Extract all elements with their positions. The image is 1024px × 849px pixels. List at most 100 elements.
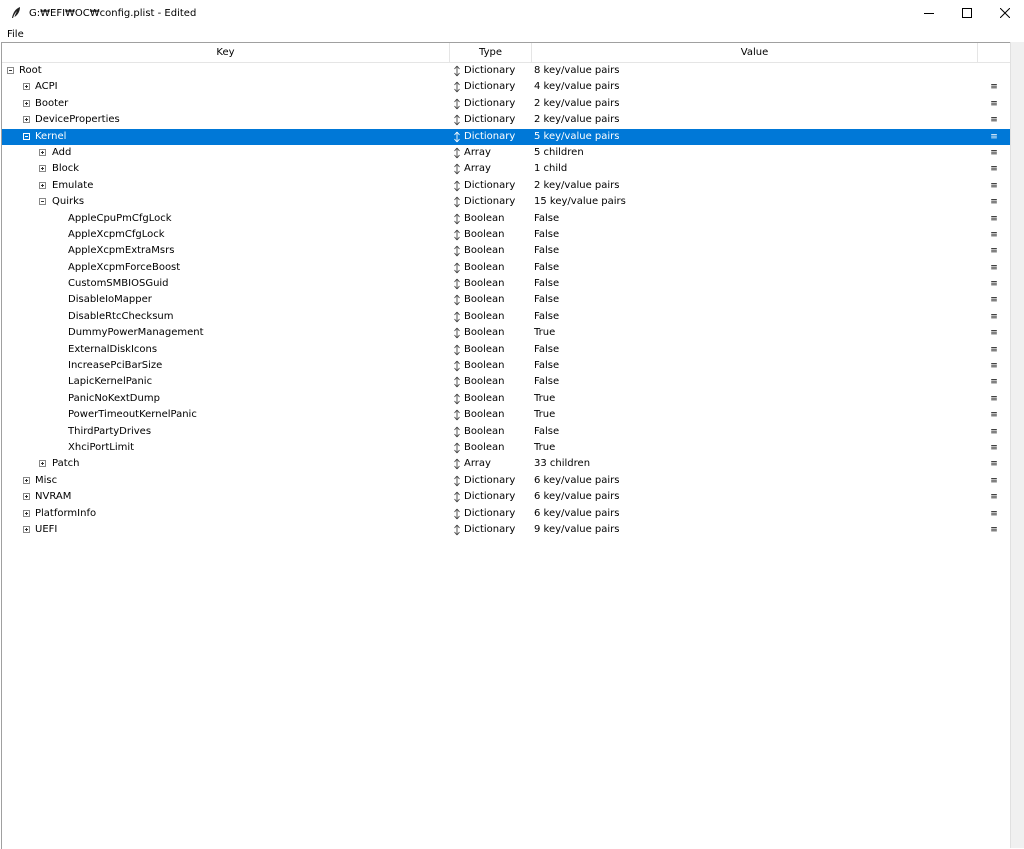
row-menu-icon[interactable]: ≡ (986, 424, 1002, 440)
row-menu-icon[interactable]: ≡ (986, 342, 1002, 358)
value-cell[interactable]: 6 key/value pairs (534, 473, 974, 489)
up-down-arrows-icon[interactable] (453, 229, 461, 241)
type-cell[interactable]: Dictionary (450, 194, 532, 210)
menu-file[interactable]: File (0, 29, 24, 40)
type-cell[interactable]: Boolean (450, 292, 532, 308)
row-menu-icon[interactable]: ≡ (986, 276, 1002, 292)
key-cell[interactable]: DisableIoMapper (2, 292, 448, 308)
tree-row[interactable]: LapicKernelPanic Boolean False ≡ (2, 374, 1011, 390)
row-menu-icon[interactable]: ≡ (986, 243, 1002, 259)
up-down-arrows-icon[interactable] (453, 311, 461, 323)
row-menu-icon[interactable]: ≡ (986, 391, 1002, 407)
up-down-arrows-icon[interactable] (453, 98, 461, 110)
key-cell[interactable]: ExternalDiskIcons (2, 342, 448, 358)
up-down-arrows-icon[interactable] (453, 360, 461, 372)
row-menu-icon[interactable]: ≡ (986, 260, 1002, 276)
key-cell[interactable]: DisableRtcChecksum (2, 309, 448, 325)
type-cell[interactable]: Dictionary (450, 112, 532, 128)
key-cell[interactable]: LapicKernelPanic (2, 374, 448, 390)
up-down-arrows-icon[interactable] (453, 508, 461, 520)
value-cell[interactable]: False (534, 342, 974, 358)
key-cell[interactable]: Quirks (2, 194, 448, 210)
value-cell[interactable]: False (534, 358, 974, 374)
type-cell[interactable]: Dictionary (450, 129, 532, 145)
row-menu-icon[interactable]: ≡ (986, 79, 1002, 95)
value-cell[interactable]: 2 key/value pairs (534, 112, 974, 128)
key-cell[interactable]: XhciPortLimit (2, 440, 448, 456)
expand-icon[interactable] (23, 509, 30, 517)
type-cell[interactable]: Boolean (450, 227, 532, 243)
up-down-arrows-icon[interactable] (453, 442, 461, 454)
close-button[interactable] (986, 0, 1024, 26)
tree-row[interactable]: ExternalDiskIcons Boolean False ≡ (2, 342, 1011, 358)
tree-row[interactable]: AppleXcpmExtraMsrs Boolean False ≡ (2, 243, 1011, 259)
key-cell[interactable]: PanicNoKextDump (2, 391, 448, 407)
up-down-arrows-icon[interactable] (453, 376, 461, 388)
type-cell[interactable]: Boolean (450, 407, 532, 423)
tree-row[interactable]: IncreasePciBarSize Boolean False ≡ (2, 358, 1011, 374)
tree-row[interactable]: ThirdPartyDrives Boolean False ≡ (2, 424, 1011, 440)
value-cell[interactable]: 5 key/value pairs (534, 129, 974, 145)
type-cell[interactable]: Boolean (450, 211, 532, 227)
row-menu-icon[interactable]: ≡ (986, 489, 1002, 505)
type-cell[interactable]: Array (450, 456, 532, 472)
key-cell[interactable]: AppleXcpmCfgLock (2, 227, 448, 243)
collapse-icon[interactable] (39, 198, 46, 206)
value-cell[interactable]: False (534, 227, 974, 243)
value-cell[interactable]: 4 key/value pairs (534, 79, 974, 95)
value-cell[interactable]: True (534, 440, 974, 456)
key-cell[interactable]: Add (2, 145, 448, 161)
value-cell[interactable]: 15 key/value pairs (534, 194, 974, 210)
tree-row[interactable]: AppleCpuPmCfgLock Boolean False ≡ (2, 211, 1011, 227)
tree-row[interactable]: DeviceProperties Dictionary 2 key/value pa… (2, 112, 1011, 128)
row-menu-icon[interactable]: ≡ (986, 522, 1002, 538)
key-cell[interactable]: IncreasePciBarSize (2, 358, 448, 374)
type-cell[interactable]: Boolean (450, 374, 532, 390)
value-cell[interactable]: True (534, 391, 974, 407)
row-menu-icon[interactable]: ≡ (986, 96, 1002, 112)
type-cell[interactable]: Boolean (450, 440, 532, 456)
value-cell[interactable]: True (534, 407, 974, 423)
key-cell[interactable]: Patch (2, 456, 448, 472)
type-cell[interactable]: Dictionary (450, 63, 532, 79)
row-menu-icon[interactable]: ≡ (986, 194, 1002, 210)
key-cell[interactable]: Misc (2, 473, 448, 489)
type-cell[interactable]: Dictionary (450, 489, 532, 505)
tree-row[interactable]: Add Array 5 children ≡ (2, 145, 1011, 161)
up-down-arrows-icon[interactable] (453, 262, 461, 274)
type-cell[interactable]: Boolean (450, 424, 532, 440)
expand-icon[interactable] (39, 181, 46, 189)
row-menu-icon[interactable]: ≡ (986, 374, 1002, 390)
expand-icon[interactable] (23, 83, 30, 91)
expand-icon[interactable] (23, 116, 30, 124)
up-down-arrows-icon[interactable] (453, 131, 461, 143)
up-down-arrows-icon[interactable] (453, 163, 461, 175)
type-cell[interactable]: Array (450, 161, 532, 177)
key-cell[interactable]: PlatformInfo (2, 506, 448, 522)
value-cell[interactable]: 2 key/value pairs (534, 96, 974, 112)
row-menu-icon[interactable]: ≡ (986, 358, 1002, 374)
key-cell[interactable]: PowerTimeoutKernelPanic (2, 407, 448, 423)
tree-row[interactable]: Misc Dictionary 6 key/value pairs ≡ (2, 473, 1011, 489)
tree-row[interactable]: Patch Array 33 children ≡ (2, 456, 1011, 472)
up-down-arrows-icon[interactable] (453, 245, 461, 257)
type-cell[interactable]: Boolean (450, 358, 532, 374)
key-cell[interactable]: Root (2, 63, 448, 79)
row-menu-icon[interactable]: ≡ (986, 506, 1002, 522)
up-down-arrows-icon[interactable] (453, 114, 461, 126)
tree-row[interactable]: DisableIoMapper Boolean False ≡ (2, 292, 1011, 308)
value-cell[interactable]: False (534, 424, 974, 440)
key-cell[interactable]: AppleXcpmForceBoost (2, 260, 448, 276)
key-cell[interactable]: ACPI (2, 79, 448, 95)
row-menu-icon[interactable]: ≡ (986, 112, 1002, 128)
value-cell[interactable]: False (534, 243, 974, 259)
value-cell[interactable]: 6 key/value pairs (534, 506, 974, 522)
up-down-arrows-icon[interactable] (453, 180, 461, 192)
value-cell[interactable]: 1 child (534, 161, 974, 177)
tree-row[interactable]: Booter Dictionary 2 key/value pairs ≡ (2, 96, 1011, 112)
tree-row[interactable]: PlatformInfo Dictionary 6 key/value pairs ≡ (2, 506, 1011, 522)
key-cell[interactable]: CustomSMBIOSGuid (2, 276, 448, 292)
key-cell[interactable]: UEFI (2, 522, 448, 538)
row-menu-icon[interactable]: ≡ (986, 292, 1002, 308)
row-menu-icon[interactable]: ≡ (986, 473, 1002, 489)
